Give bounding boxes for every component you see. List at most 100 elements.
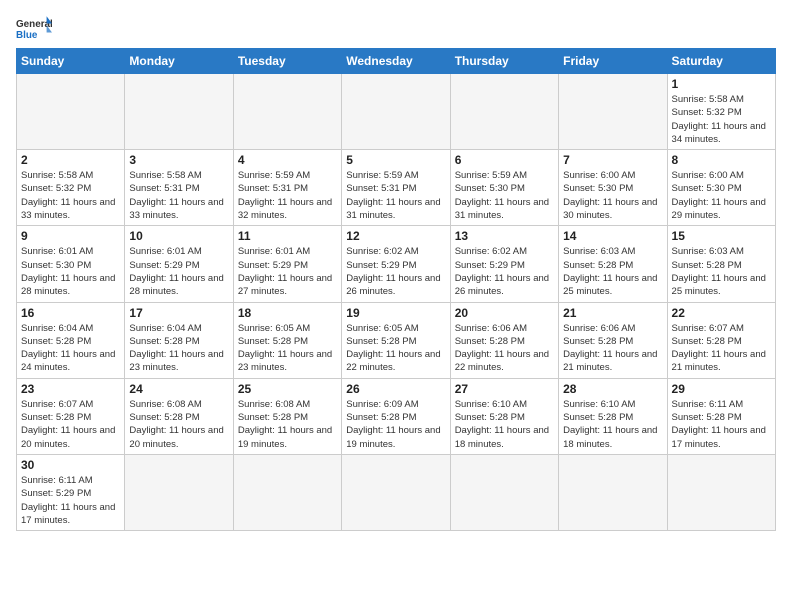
day-number: 27 bbox=[455, 382, 554, 396]
calendar-cell: 22 Sunrise: 6:07 AM Sunset: 5:28 PM Dayli… bbox=[667, 302, 775, 378]
day-info: Sunrise: 6:02 AM Sunset: 5:29 PM Dayligh… bbox=[455, 245, 554, 298]
day-number: 26 bbox=[346, 382, 445, 396]
day-number: 3 bbox=[129, 153, 228, 167]
day-info: Sunrise: 6:01 AM Sunset: 5:30 PM Dayligh… bbox=[21, 245, 120, 298]
day-number: 17 bbox=[129, 306, 228, 320]
day-number: 7 bbox=[563, 153, 662, 167]
day-info: Sunrise: 6:05 AM Sunset: 5:28 PM Dayligh… bbox=[238, 322, 337, 375]
day-info: Sunrise: 6:11 AM Sunset: 5:28 PM Dayligh… bbox=[672, 398, 771, 451]
day-info: Sunrise: 6:10 AM Sunset: 5:28 PM Dayligh… bbox=[455, 398, 554, 451]
day-info: Sunrise: 6:06 AM Sunset: 5:28 PM Dayligh… bbox=[455, 322, 554, 375]
calendar-cell: 10 Sunrise: 6:01 AM Sunset: 5:29 PM Dayli… bbox=[125, 226, 233, 302]
day-info: Sunrise: 6:06 AM Sunset: 5:28 PM Dayligh… bbox=[563, 322, 662, 375]
calendar-week-row-5: 23Sunrise: 6:07 AM Sunset: 5:28 PM Dayli… bbox=[17, 378, 776, 454]
calendar-cell: 2 Sunrise: 5:58 AM Sunset: 5:32 PM Daylig… bbox=[17, 150, 125, 226]
calendar-cell bbox=[559, 74, 667, 150]
calendar-cell: 30 Sunrise: 6:11 AM Sunset: 5:29 PM Dayli… bbox=[17, 454, 125, 530]
day-number: 6 bbox=[455, 153, 554, 167]
logo: General Blue bbox=[16, 10, 52, 42]
calendar-cell: 17 Sunrise: 6:04 AM Sunset: 5:28 PM Dayli… bbox=[125, 302, 233, 378]
page: General Blue SundayMondayTuesdayWednesda… bbox=[0, 0, 792, 612]
day-number: 29 bbox=[672, 382, 771, 396]
day-number: 5 bbox=[346, 153, 445, 167]
day-info: Sunrise: 6:01 AM Sunset: 5:29 PM Dayligh… bbox=[238, 245, 337, 298]
day-number: 16 bbox=[21, 306, 120, 320]
day-info: Sunrise: 5:59 AM Sunset: 5:31 PM Dayligh… bbox=[346, 169, 445, 222]
weekday-header-friday: Friday bbox=[559, 49, 667, 74]
calendar-cell: 8 Sunrise: 6:00 AM Sunset: 5:30 PM Daylig… bbox=[667, 150, 775, 226]
svg-text:Blue: Blue bbox=[16, 30, 38, 41]
calendar-cell bbox=[125, 74, 233, 150]
day-number: 1 bbox=[672, 77, 771, 91]
day-info: Sunrise: 6:04 AM Sunset: 5:28 PM Dayligh… bbox=[129, 322, 228, 375]
calendar-table: SundayMondayTuesdayWednesdayThursdayFrid… bbox=[16, 48, 776, 531]
calendar-cell: 20 Sunrise: 6:06 AM Sunset: 5:28 PM Dayli… bbox=[450, 302, 558, 378]
calendar-cell bbox=[342, 454, 450, 530]
calendar-cell: 29 Sunrise: 6:11 AM Sunset: 5:28 PM Dayli… bbox=[667, 378, 775, 454]
day-number: 28 bbox=[563, 382, 662, 396]
weekday-header-sunday: Sunday bbox=[17, 49, 125, 74]
weekday-header-monday: Monday bbox=[125, 49, 233, 74]
calendar-cell bbox=[450, 454, 558, 530]
day-number: 22 bbox=[672, 306, 771, 320]
calendar-cell: 4Sunrise: 5:59 AM Sunset: 5:31 PM Daylig… bbox=[233, 150, 341, 226]
day-info: Sunrise: 6:07 AM Sunset: 5:28 PM Dayligh… bbox=[672, 322, 771, 375]
calendar-cell: 14Sunrise: 6:03 AM Sunset: 5:28 PM Dayli… bbox=[559, 226, 667, 302]
weekday-header-saturday: Saturday bbox=[667, 49, 775, 74]
day-info: Sunrise: 6:08 AM Sunset: 5:28 PM Dayligh… bbox=[238, 398, 337, 451]
header-area: General Blue bbox=[16, 10, 776, 42]
calendar-cell bbox=[233, 74, 341, 150]
day-number: 19 bbox=[346, 306, 445, 320]
day-number: 2 bbox=[21, 153, 120, 167]
day-info: Sunrise: 5:59 AM Sunset: 5:30 PM Dayligh… bbox=[455, 169, 554, 222]
weekday-header-wednesday: Wednesday bbox=[342, 49, 450, 74]
day-info: Sunrise: 6:03 AM Sunset: 5:28 PM Dayligh… bbox=[672, 245, 771, 298]
calendar-cell bbox=[667, 454, 775, 530]
day-info: Sunrise: 6:00 AM Sunset: 5:30 PM Dayligh… bbox=[563, 169, 662, 222]
calendar-cell: 1Sunrise: 5:58 AM Sunset: 5:32 PM Daylig… bbox=[667, 74, 775, 150]
calendar-cell: 23Sunrise: 6:07 AM Sunset: 5:28 PM Dayli… bbox=[17, 378, 125, 454]
calendar-cell: 9Sunrise: 6:01 AM Sunset: 5:30 PM Daylig… bbox=[17, 226, 125, 302]
day-info: Sunrise: 5:58 AM Sunset: 5:31 PM Dayligh… bbox=[129, 169, 228, 222]
day-number: 8 bbox=[672, 153, 771, 167]
calendar-cell: 5 Sunrise: 5:59 AM Sunset: 5:31 PM Daylig… bbox=[342, 150, 450, 226]
day-info: Sunrise: 5:59 AM Sunset: 5:31 PM Dayligh… bbox=[238, 169, 337, 222]
day-number: 14 bbox=[563, 229, 662, 243]
day-info: Sunrise: 6:10 AM Sunset: 5:28 PM Dayligh… bbox=[563, 398, 662, 451]
day-number: 15 bbox=[672, 229, 771, 243]
calendar-week-row-4: 16 Sunrise: 6:04 AM Sunset: 5:28 PM Dayli… bbox=[17, 302, 776, 378]
calendar-week-row-3: 9Sunrise: 6:01 AM Sunset: 5:30 PM Daylig… bbox=[17, 226, 776, 302]
calendar-week-row-2: 2 Sunrise: 5:58 AM Sunset: 5:32 PM Daylig… bbox=[17, 150, 776, 226]
day-number: 12 bbox=[346, 229, 445, 243]
day-number: 30 bbox=[21, 458, 120, 472]
calendar-cell: 11 Sunrise: 6:01 AM Sunset: 5:29 PM Dayli… bbox=[233, 226, 341, 302]
day-info: Sunrise: 6:11 AM Sunset: 5:29 PM Dayligh… bbox=[21, 474, 120, 527]
day-info: Sunrise: 6:01 AM Sunset: 5:29 PM Dayligh… bbox=[129, 245, 228, 298]
day-number: 11 bbox=[238, 229, 337, 243]
generalblue-logo-icon: General Blue bbox=[16, 14, 52, 42]
weekday-header-row: SundayMondayTuesdayWednesdayThursdayFrid… bbox=[17, 49, 776, 74]
calendar-cell: 13Sunrise: 6:02 AM Sunset: 5:29 PM Dayli… bbox=[450, 226, 558, 302]
calendar-cell: 26 Sunrise: 6:09 AM Sunset: 5:28 PM Dayli… bbox=[342, 378, 450, 454]
calendar-cell: 19Sunrise: 6:05 AM Sunset: 5:28 PM Dayli… bbox=[342, 302, 450, 378]
day-number: 23 bbox=[21, 382, 120, 396]
calendar-cell: 28 Sunrise: 6:10 AM Sunset: 5:28 PM Dayli… bbox=[559, 378, 667, 454]
calendar-cell: 27 Sunrise: 6:10 AM Sunset: 5:28 PM Dayli… bbox=[450, 378, 558, 454]
day-info: Sunrise: 5:58 AM Sunset: 5:32 PM Dayligh… bbox=[21, 169, 120, 222]
day-info: Sunrise: 6:00 AM Sunset: 5:30 PM Dayligh… bbox=[672, 169, 771, 222]
day-info: Sunrise: 6:04 AM Sunset: 5:28 PM Dayligh… bbox=[21, 322, 120, 375]
calendar-cell bbox=[559, 454, 667, 530]
day-info: Sunrise: 6:02 AM Sunset: 5:29 PM Dayligh… bbox=[346, 245, 445, 298]
day-number: 20 bbox=[455, 306, 554, 320]
day-number: 10 bbox=[129, 229, 228, 243]
calendar-cell: 3 Sunrise: 5:58 AM Sunset: 5:31 PM Daylig… bbox=[125, 150, 233, 226]
day-number: 21 bbox=[563, 306, 662, 320]
calendar-cell: 12 Sunrise: 6:02 AM Sunset: 5:29 PM Dayli… bbox=[342, 226, 450, 302]
calendar-cell: 24 Sunrise: 6:08 AM Sunset: 5:28 PM Dayli… bbox=[125, 378, 233, 454]
day-number: 24 bbox=[129, 382, 228, 396]
day-info: Sunrise: 6:08 AM Sunset: 5:28 PM Dayligh… bbox=[129, 398, 228, 451]
calendar-cell: 18Sunrise: 6:05 AM Sunset: 5:28 PM Dayli… bbox=[233, 302, 341, 378]
day-number: 25 bbox=[238, 382, 337, 396]
day-info: Sunrise: 6:09 AM Sunset: 5:28 PM Dayligh… bbox=[346, 398, 445, 451]
calendar-cell: 6 Sunrise: 5:59 AM Sunset: 5:30 PM Daylig… bbox=[450, 150, 558, 226]
